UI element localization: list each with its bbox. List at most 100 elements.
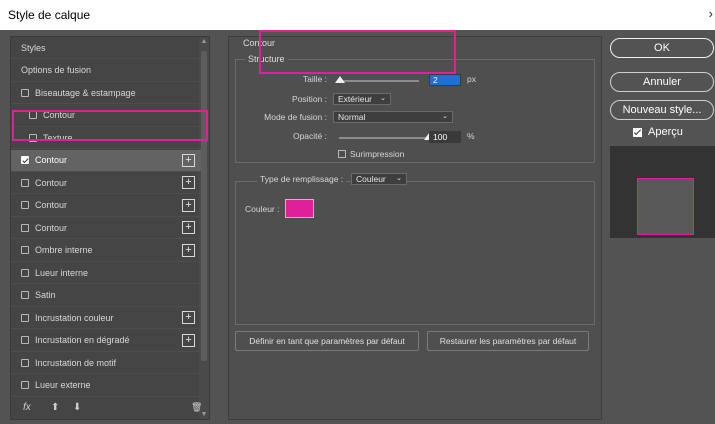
style-item-checkbox[interactable] xyxy=(21,381,29,389)
add-effect-icon[interactable]: + xyxy=(182,198,195,212)
chevron-down-icon: ⌄ xyxy=(380,95,386,102)
preview-swatch xyxy=(637,178,694,235)
remplissage-select[interactable]: Couleur ⌄ xyxy=(351,173,407,185)
move-down-icon[interactable]: ⬇ xyxy=(73,402,81,413)
style-item-checkbox[interactable] xyxy=(21,291,29,299)
style-item[interactable]: Contour + xyxy=(11,172,201,194)
style-item-checkbox[interactable] xyxy=(21,246,29,254)
trash-icon[interactable]: 🗑 xyxy=(191,402,202,413)
style-item-label: Contour xyxy=(43,110,76,120)
styles-footer: fx ⬆ ⬇ 🗑 xyxy=(11,395,202,419)
style-item-checkbox[interactable] xyxy=(21,88,29,97)
surimpression-checkbox[interactable] xyxy=(338,150,346,158)
style-item-label: Incrustation de motif xyxy=(35,357,117,368)
style-item-checkbox[interactable] xyxy=(21,336,29,344)
taille-slider[interactable] xyxy=(334,76,419,83)
styles-list-panel: ▲ ▼ fx ⬆ ⬇ 🗑 Styles Options de fusion Bise… xyxy=(10,36,210,420)
style-item[interactable]: Texture xyxy=(11,127,201,149)
add-effect-icon[interactable]: + xyxy=(182,176,195,189)
style-item-checkbox[interactable] xyxy=(21,201,29,209)
style-item-label: Lueur externe xyxy=(35,380,91,390)
ok-button[interactable]: OK xyxy=(610,38,714,58)
style-item-checkbox[interactable] xyxy=(21,156,29,164)
surimpression-label: Surimpression xyxy=(350,149,405,159)
add-effect-icon[interactable]: + xyxy=(182,311,195,324)
style-item[interactable]: Incrustation couleur + xyxy=(11,307,201,329)
position-label: Position : xyxy=(292,94,327,104)
apercu-checkbox[interactable] xyxy=(633,127,642,137)
apercu-toggle[interactable]: Aperçu xyxy=(633,126,683,138)
add-effect-icon[interactable]: + xyxy=(182,153,195,167)
add-effect-icon[interactable]: + xyxy=(182,221,195,234)
style-item[interactable]: Incrustation en dégradé + xyxy=(11,330,201,352)
style-item-label: Satin xyxy=(35,290,56,300)
remplissage-label: Type de remplissage : xyxy=(257,174,347,184)
apercu-label: Aperçu xyxy=(648,126,683,138)
style-item[interactable]: Styles xyxy=(11,37,201,59)
mode-select[interactable]: Normal ⌄ xyxy=(333,111,453,123)
style-item-label: Contour xyxy=(35,222,68,233)
opacite-slider[interactable] xyxy=(339,133,434,140)
style-preview xyxy=(610,146,715,238)
style-item-label: Options de fusion xyxy=(21,65,92,75)
dialog-body: ▲ ▼ fx ⬆ ⬇ 🗑 Styles Options de fusion Bise… xyxy=(0,30,715,424)
style-item[interactable]: Ombre interne + xyxy=(11,240,201,262)
style-item-checkbox[interactable] xyxy=(29,133,37,142)
move-up-icon[interactable]: ⬆ xyxy=(51,402,59,413)
title-bar: Style de calque › xyxy=(0,0,715,30)
mode-label: Mode de fusion : xyxy=(264,112,327,122)
set-default-button[interactable]: Définir en tant que paramètres par défau… xyxy=(235,331,419,351)
style-item[interactable]: Biseautage & estampage xyxy=(11,82,201,104)
scroll-thumb[interactable] xyxy=(201,51,207,361)
couleur-swatch[interactable] xyxy=(285,199,314,218)
add-effect-icon[interactable]: + xyxy=(182,333,195,347)
style-item[interactable]: Contour + xyxy=(11,149,201,172)
taille-label: Taille : xyxy=(302,74,327,84)
style-item-checkbox[interactable] xyxy=(21,178,29,187)
opacite-unit: % xyxy=(467,131,475,141)
position-value: Extérieur xyxy=(338,94,373,104)
style-item-label: Contour xyxy=(35,177,68,188)
taille-slider-knob[interactable] xyxy=(334,76,345,83)
style-item[interactable]: Contour xyxy=(11,105,201,127)
restore-default-button[interactable]: Restaurer les paramètres par défaut xyxy=(427,331,589,351)
taille-input[interactable]: 2 xyxy=(429,74,461,86)
position-select[interactable]: Extérieur ⌄ xyxy=(333,93,391,105)
chevron-down-icon: ⌄ xyxy=(396,175,402,182)
style-item-label: Ombre interne xyxy=(35,245,93,255)
opacite-label: Opacité : xyxy=(292,131,327,141)
mode-value: Normal xyxy=(338,112,366,122)
style-item[interactable]: Incrustation de motif xyxy=(11,352,201,374)
style-item-label: Texture xyxy=(43,132,73,143)
couleur-label: Couleur : xyxy=(245,204,280,214)
style-item-label: Styles xyxy=(21,42,46,53)
style-item-checkbox[interactable] xyxy=(21,313,29,322)
contour-settings-panel: Contour Structure Taille : 2 px Position… xyxy=(228,36,602,420)
style-item[interactable]: Contour + xyxy=(11,217,201,239)
style-item-checkbox[interactable] xyxy=(21,358,29,367)
remplissage-value: Couleur xyxy=(356,174,386,184)
style-item-label: Contour xyxy=(35,200,68,210)
fx-icon[interactable]: fx xyxy=(23,402,31,413)
structure-title: Structure xyxy=(245,54,288,64)
style-item-checkbox[interactable] xyxy=(29,111,37,119)
style-item-checkbox[interactable] xyxy=(21,223,29,232)
style-item[interactable]: Options de fusion xyxy=(11,60,201,82)
style-item-checkbox[interactable] xyxy=(21,268,29,277)
style-item[interactable]: Lueur interne xyxy=(11,262,201,284)
cancel-button[interactable]: Annuler xyxy=(610,72,714,92)
new-style-button[interactable]: Nouveau style... xyxy=(610,100,714,120)
taille-unit: px xyxy=(467,74,476,84)
style-item[interactable]: Lueur externe xyxy=(11,375,201,397)
add-effect-icon[interactable]: + xyxy=(182,243,195,257)
style-item-label: Incrustation en dégradé xyxy=(35,335,130,345)
style-item-label: Biseautage & estampage xyxy=(35,87,136,98)
chevron-down-icon: ⌄ xyxy=(442,113,448,120)
style-item[interactable]: Satin xyxy=(11,285,201,307)
opacite-input[interactable]: 100 xyxy=(429,131,461,143)
close-icon[interactable]: › xyxy=(709,6,713,21)
window-title: Style de calque xyxy=(8,8,91,22)
style-item[interactable]: Contour + xyxy=(11,195,201,217)
group-title-contour: Contour xyxy=(243,38,276,48)
style-item-label: Lueur interne xyxy=(35,267,89,278)
